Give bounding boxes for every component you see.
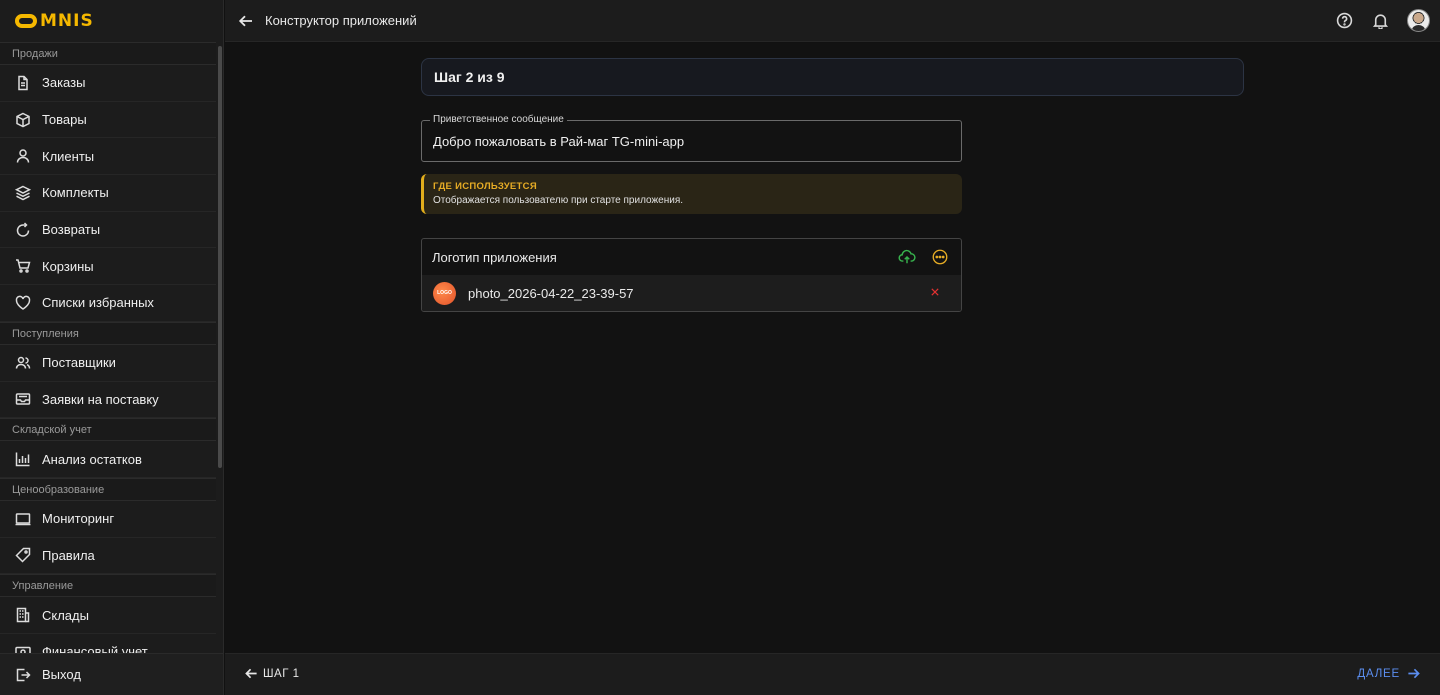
- upload-cloud-icon[interactable]: [898, 248, 916, 266]
- uploaded-file-row: LOGO photo_2026-04-22_23-39-57: [422, 275, 961, 311]
- sidebar-item-label: Финансовый учет: [42, 644, 148, 653]
- main-content: Шаг 2 из 9 Приветственное сообщение ГДЕ …: [225, 43, 1440, 653]
- logout-icon: [15, 667, 31, 683]
- section-header-pricing: Ценообразование: [0, 477, 216, 501]
- usage-note: ГДЕ ИСПОЛЬЗУЕТСЯ Отображается пользовате…: [421, 174, 962, 214]
- omnis-logo[interactable]: MNIS: [15, 11, 94, 31]
- bell-icon[interactable]: [1371, 12, 1389, 30]
- sidebar-item-finance[interactable]: Финансовый учет: [0, 634, 216, 653]
- sidebar-item-bundles[interactable]: Комплекты: [0, 175, 216, 212]
- sidebar-item-stock-analysis[interactable]: Анализ остатков: [0, 441, 216, 478]
- page-title: Конструктор приложений: [265, 13, 417, 28]
- sidebar-item-clients[interactable]: Клиенты: [0, 138, 216, 176]
- sidebar-nav: Продажи Заказы Товары Клиенты Комплекты …: [0, 42, 216, 653]
- refresh-icon: [15, 222, 31, 238]
- money-icon: [15, 644, 31, 653]
- inbox-icon: [15, 391, 31, 407]
- building-icon: [15, 607, 31, 623]
- logo-area: MNIS: [0, 0, 223, 42]
- file-thumbnail-text: LOGO: [437, 290, 452, 296]
- sidebar-item-label: Корзины: [42, 258, 94, 274]
- remove-file-icon[interactable]: [928, 285, 942, 299]
- sidebar-item-orders[interactable]: Заказы: [0, 65, 216, 102]
- section-header-sales: Продажи: [0, 42, 216, 65]
- arrow-left-icon: [245, 668, 257, 679]
- help-icon[interactable]: [1335, 12, 1353, 30]
- bar-chart-icon: [15, 451, 31, 467]
- sidebar-item-warehouses[interactable]: Склады: [0, 597, 216, 634]
- top-bar: Конструктор приложений: [225, 0, 1440, 42]
- sidebar-item-products[interactable]: Товары: [0, 102, 216, 139]
- sidebar-item-suppliers[interactable]: Поставщики: [0, 345, 216, 382]
- sidebar-scrollbar[interactable]: [216, 42, 223, 653]
- next-step-button[interactable]: ДАЛЕЕ: [1357, 667, 1420, 680]
- previous-step-label: ШАГ 1: [263, 667, 300, 680]
- step-label: Шаг 2 из 9: [434, 69, 505, 85]
- more-options-icon[interactable]: [931, 248, 949, 266]
- app-logo-header: Логотип приложения: [422, 239, 961, 275]
- logout-label: Выход: [42, 667, 81, 682]
- sidebar-item-label: Списки избранных: [42, 295, 154, 311]
- usage-note-text: Отображается пользователю при старте при…: [433, 195, 684, 206]
- sidebar-item-supply-requests[interactable]: Заявки на поставку: [0, 382, 216, 419]
- welcome-message-label: Приветственное сообщение: [430, 114, 567, 125]
- sidebar-item-label: Возвраты: [42, 222, 101, 238]
- file-name: photo_2026-04-22_23-39-57: [468, 285, 634, 301]
- app-logo-actions: [898, 248, 949, 266]
- sidebar-item-returns[interactable]: Возвраты: [0, 212, 216, 249]
- sidebar-item-monitoring[interactable]: Мониторинг: [0, 501, 216, 538]
- sidebar-item-carts[interactable]: Корзины: [0, 248, 216, 286]
- sidebar: MNIS Продажи Заказы Товары Клиенты Компл…: [0, 0, 224, 695]
- sidebar-item-label: Анализ остатков: [42, 451, 142, 467]
- file-icon: [15, 75, 31, 91]
- usage-note-title: ГДЕ ИСПОЛЬЗУЕТСЯ: [433, 181, 537, 192]
- app-logo-title: Логотип приложения: [432, 249, 557, 265]
- step-indicator: Шаг 2 из 9: [421, 58, 1244, 96]
- avatar[interactable]: [1407, 9, 1430, 32]
- sidebar-item-label: Мониторинг: [42, 511, 115, 527]
- section-header-receipts: Поступления: [0, 321, 216, 345]
- sidebar-scrollbar-thumb[interactable]: [218, 46, 222, 468]
- heart-icon: [15, 295, 31, 311]
- users-icon: [15, 355, 31, 371]
- sidebar-item-label: Правила: [42, 547, 95, 563]
- sidebar-item-label: Поставщики: [42, 355, 116, 371]
- section-header-management: Управление: [0, 574, 216, 598]
- sidebar-item-wishlists[interactable]: Списки избранных: [0, 285, 216, 322]
- welcome-message-field[interactable]: Приветственное сообщение: [421, 114, 962, 162]
- sidebar-item-label: Заказы: [42, 75, 86, 91]
- logo-o-mark: [15, 14, 37, 28]
- cart-icon: [15, 258, 31, 274]
- welcome-message-input[interactable]: [433, 134, 933, 149]
- sidebar-item-label: Клиенты: [42, 148, 95, 164]
- box-icon: [15, 112, 31, 128]
- top-bar-actions: [1335, 9, 1430, 32]
- tag-icon: [15, 547, 31, 563]
- sidebar-item-label: Товары: [42, 112, 87, 128]
- user-icon: [15, 148, 31, 164]
- back-arrow-icon[interactable]: [238, 13, 254, 29]
- sidebar-item-label: Склады: [42, 607, 89, 623]
- next-step-label: ДАЛЕЕ: [1357, 667, 1400, 680]
- logout-button[interactable]: Выход: [0, 653, 223, 695]
- logo-text: MNIS: [40, 11, 94, 31]
- monitor-icon: [15, 511, 31, 527]
- app-logo-section: Логотип приложения LOGO photo_2026-04-22…: [421, 238, 962, 312]
- sidebar-item-label: Заявки на поставку: [42, 391, 159, 407]
- section-header-warehouse: Складской учет: [0, 418, 216, 442]
- arrow-right-icon: [1408, 668, 1420, 679]
- sidebar-item-rules[interactable]: Правила: [0, 538, 216, 575]
- previous-step-button[interactable]: ШАГ 1: [245, 667, 300, 680]
- sidebar-item-label: Комплекты: [42, 185, 109, 201]
- wizard-footer: ШАГ 1 ДАЛЕЕ: [225, 653, 1440, 695]
- layers-icon: [15, 185, 31, 201]
- file-thumbnail: LOGO: [433, 281, 456, 305]
